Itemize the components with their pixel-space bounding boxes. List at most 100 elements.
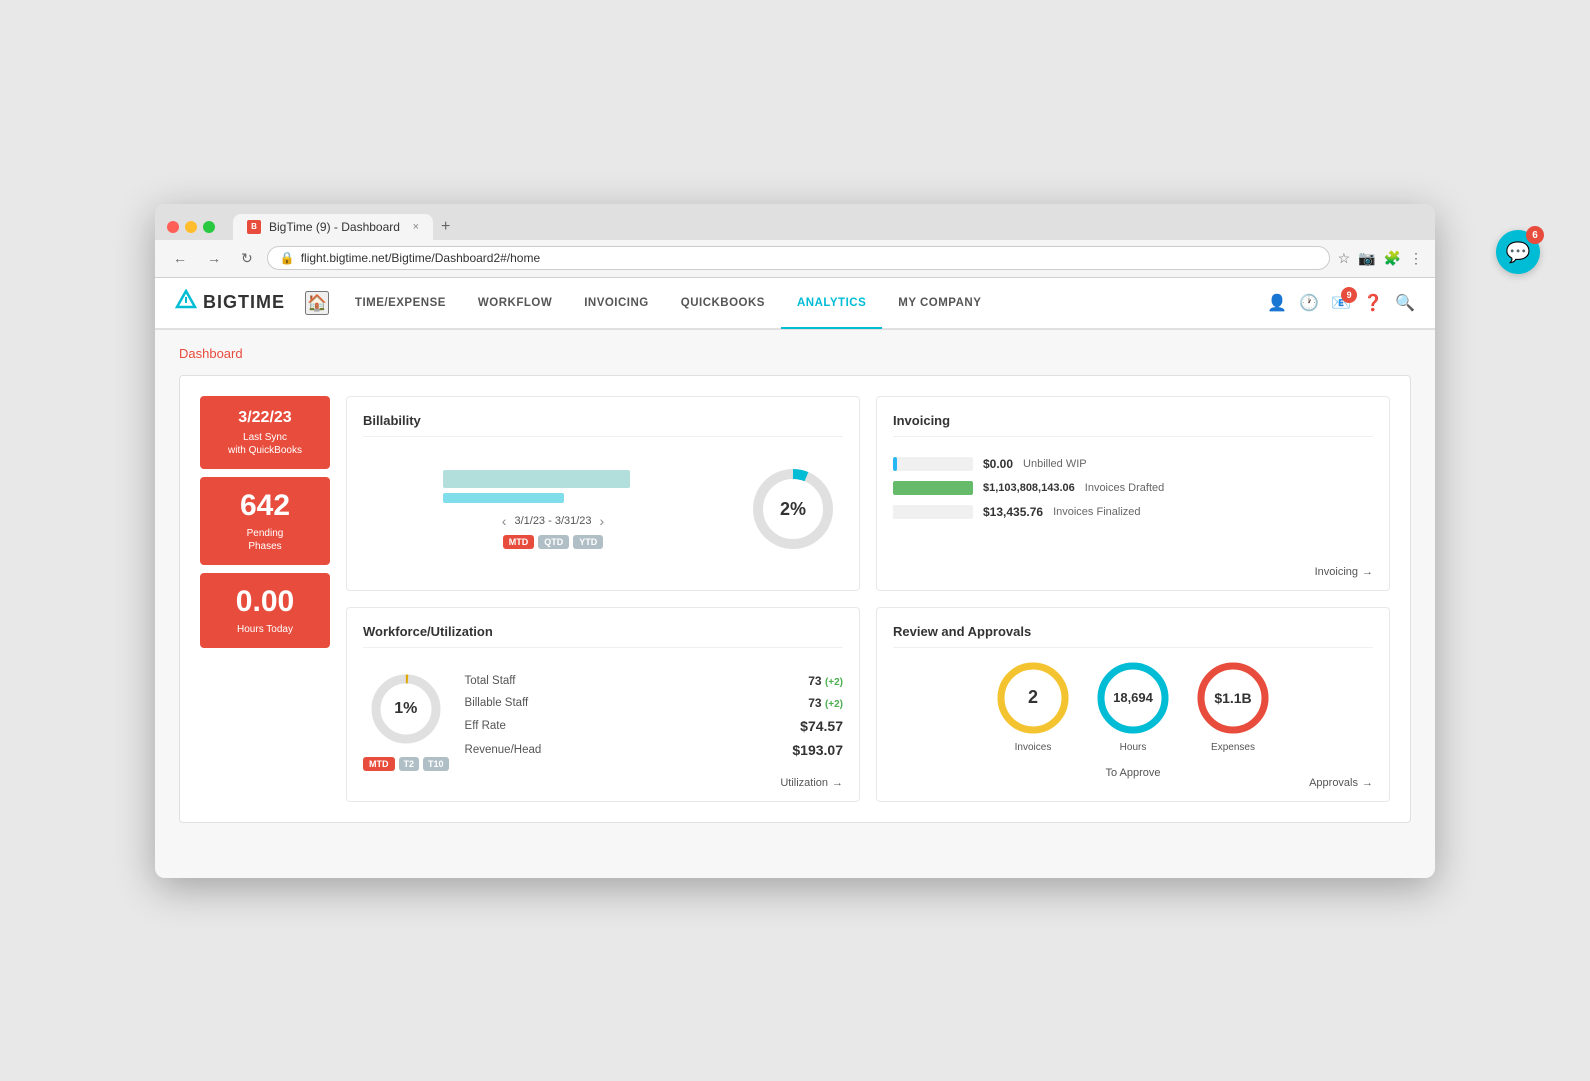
dashboard-grid: Billability ‹ 3/1/23 - 3/31/23 bbox=[346, 396, 1390, 802]
back-button[interactable]: ← bbox=[167, 246, 193, 270]
eff-rate-label: Eff Rate bbox=[465, 720, 506, 732]
invoicing-content: $0.00 Unbilled WIP $1,103,808,143.06 Inv… bbox=[893, 449, 1373, 537]
next-date-button[interactable]: › bbox=[600, 513, 605, 529]
toolbar-icons: ☆ 📷 🧩 ⋮ bbox=[1338, 250, 1423, 267]
prev-date-button[interactable]: ‹ bbox=[502, 513, 507, 529]
sync-date: 3/22/23 bbox=[212, 408, 318, 427]
pending-phases-card[interactable]: 642 PendingPhases bbox=[200, 477, 330, 565]
hours-value: 18,694 bbox=[1113, 690, 1153, 705]
clock-icon-button[interactable]: 🕐 bbox=[1299, 293, 1319, 313]
stat-row-eff-rate: Eff Rate $74.57 bbox=[465, 718, 843, 734]
revenue-head-label: Revenue/Head bbox=[465, 744, 542, 756]
date-nav: ‹ 3/1/23 - 3/31/23 › bbox=[502, 513, 604, 529]
workforce-content: 1% MTD T2 T10 Total Staff bbox=[363, 660, 843, 781]
tab-close-button[interactable]: × bbox=[413, 221, 419, 233]
home-button[interactable]: 🏠 bbox=[305, 291, 329, 315]
bill-filters: MTD QTD YTD bbox=[503, 535, 604, 549]
notification-badge: 9 bbox=[1341, 287, 1357, 303]
total-staff-value: 73 (+2) bbox=[808, 674, 843, 688]
forward-button[interactable]: → bbox=[201, 246, 227, 270]
approvals-link[interactable]: Approvals → bbox=[1309, 777, 1373, 789]
finalized-bar bbox=[893, 505, 895, 519]
stat-row-billable-staff: Billable Staff 73 (+2) bbox=[465, 696, 843, 710]
active-tab[interactable]: B BigTime (9) - Dashboard × bbox=[233, 214, 433, 240]
drafted-bar bbox=[893, 481, 973, 495]
nav-links: TIME/EXPENSE WORKFLOW INVOICING QUICKBOO… bbox=[339, 278, 1267, 328]
unbilled-amount: $0.00 bbox=[983, 457, 1013, 471]
invoicing-link[interactable]: Invoicing → bbox=[1315, 566, 1373, 578]
hours-circle: 18,694 bbox=[1093, 658, 1173, 738]
notifications-button[interactable]: 📧 9 bbox=[1331, 293, 1351, 313]
invoicing-title: Invoicing bbox=[893, 413, 1373, 437]
wf-t2-filter[interactable]: T2 bbox=[399, 757, 420, 771]
billability-donut: 2% bbox=[743, 459, 843, 559]
unbilled-bar bbox=[893, 457, 897, 471]
nav-link-quickbooks[interactable]: QUICKBOOKS bbox=[665, 279, 781, 329]
last-sync-card[interactable]: 3/22/23 Last Syncwith QuickBooks bbox=[200, 396, 330, 469]
user-icon-button[interactable]: 👤 bbox=[1267, 293, 1287, 313]
tab-favicon: B bbox=[247, 220, 261, 234]
expenses-circle: $1.1B bbox=[1193, 658, 1273, 738]
extensions-icon[interactable]: 🧩 bbox=[1384, 250, 1401, 267]
chat-icon: 💬 bbox=[1506, 240, 1531, 265]
nav-link-workflow[interactable]: WORKFLOW bbox=[462, 279, 568, 329]
browser-window: B BigTime (9) - Dashboard × + ← → ↻ 🔒 fl… bbox=[155, 204, 1435, 878]
billability-percentage: 2% bbox=[780, 499, 806, 520]
menu-icon[interactable]: ⋮ bbox=[1409, 250, 1423, 267]
address-bar[interactable]: 🔒 flight.bigtime.net/Bigtime/Dashboard2#… bbox=[267, 246, 1330, 270]
hours-circle-item: 18,694 Hours bbox=[1093, 658, 1173, 753]
hours-label: Hours bbox=[1120, 742, 1147, 753]
expenses-label: Expenses bbox=[1211, 742, 1255, 753]
help-icon-button[interactable]: ❓ bbox=[1363, 293, 1383, 313]
revenue-head-value: $193.07 bbox=[792, 742, 843, 758]
unbilled-bar-wrap bbox=[893, 457, 973, 471]
nav-link-analytics[interactable]: ANALYTICS bbox=[781, 279, 882, 329]
invoices-label: Invoices bbox=[1015, 742, 1052, 753]
wf-t10-filter[interactable]: T10 bbox=[423, 757, 449, 771]
review-content: 2 Invoices bbox=[893, 660, 1373, 781]
nav-link-invoicing[interactable]: INVOICING bbox=[568, 279, 665, 329]
chat-button[interactable]: 💬 6 bbox=[1496, 230, 1540, 274]
nav-link-time-expense[interactable]: TIME/EXPENSE bbox=[339, 279, 462, 329]
expenses-circle-item: $1.1B Expenses bbox=[1193, 658, 1273, 753]
bookmark-icon[interactable]: ☆ bbox=[1338, 250, 1351, 267]
bigtime-logo-icon bbox=[175, 289, 197, 317]
app-nav: BIGTIME 🏠 TIME/EXPENSE WORKFLOW INVOICIN… bbox=[155, 278, 1435, 330]
dashboard-wrapper: 3/22/23 Last Syncwith QuickBooks 642 Pen… bbox=[179, 375, 1411, 823]
tab-title: BigTime (9) - Dashboard bbox=[269, 220, 400, 234]
browser-toolbar: ← → ↻ 🔒 flight.bigtime.net/Bigtime/Dashb… bbox=[155, 240, 1435, 278]
screenshot-icon[interactable]: 📷 bbox=[1358, 250, 1375, 267]
expenses-value: $1.1B bbox=[1214, 690, 1251, 706]
invoice-row-unbilled: $0.00 Unbilled WIP bbox=[893, 457, 1373, 471]
ytd-filter[interactable]: YTD bbox=[573, 535, 603, 549]
drafted-label: Invoices Drafted bbox=[1085, 482, 1164, 494]
nav-link-my-company[interactable]: MY COMPANY bbox=[882, 279, 997, 329]
drafted-amount: $1,103,808,143.06 bbox=[983, 482, 1075, 494]
utilization-link[interactable]: Utilization → bbox=[780, 777, 843, 789]
close-traffic-light[interactable] bbox=[167, 221, 179, 233]
reload-button[interactable]: ↻ bbox=[235, 246, 259, 271]
invoicing-card: Invoicing $0.00 Unbilled WIP bbox=[876, 396, 1390, 591]
maximize-traffic-light[interactable] bbox=[203, 221, 215, 233]
logo-area: BIGTIME bbox=[175, 289, 285, 317]
search-icon-button[interactable]: 🔍 bbox=[1395, 293, 1415, 313]
breadcrumb[interactable]: Dashboard bbox=[179, 346, 1411, 361]
minimize-traffic-light[interactable] bbox=[185, 221, 197, 233]
logo-text: BIGTIME bbox=[203, 292, 285, 313]
workforce-card: Workforce/Utilization 1% bbox=[346, 607, 860, 802]
total-staff-label: Total Staff bbox=[465, 675, 516, 687]
new-tab-button[interactable]: + bbox=[433, 214, 458, 240]
hours-today-card[interactable]: 0.00 Hours Today bbox=[200, 573, 330, 648]
invoice-row-finalized: $13,435.76 Invoices Finalized bbox=[893, 505, 1373, 519]
mtd-filter[interactable]: MTD bbox=[503, 535, 535, 549]
finalized-amount: $13,435.76 bbox=[983, 505, 1043, 519]
app-container: BIGTIME 🏠 TIME/EXPENSE WORKFLOW INVOICIN… bbox=[155, 278, 1435, 878]
wf-mtd-filter[interactable]: MTD bbox=[363, 757, 395, 771]
url-text: flight.bigtime.net/Bigtime/Dashboard2#/h… bbox=[301, 251, 1317, 265]
finalized-label: Invoices Finalized bbox=[1053, 506, 1140, 518]
hours-number: 0.00 bbox=[212, 585, 318, 619]
review-circles: 2 Invoices bbox=[993, 658, 1273, 753]
bill-chart-area: ‹ 3/1/23 - 3/31/23 › MTD QTD YTD bbox=[363, 470, 743, 549]
invoice-row-drafted: $1,103,808,143.06 Invoices Drafted bbox=[893, 481, 1373, 495]
qtd-filter[interactable]: QTD bbox=[538, 535, 569, 549]
